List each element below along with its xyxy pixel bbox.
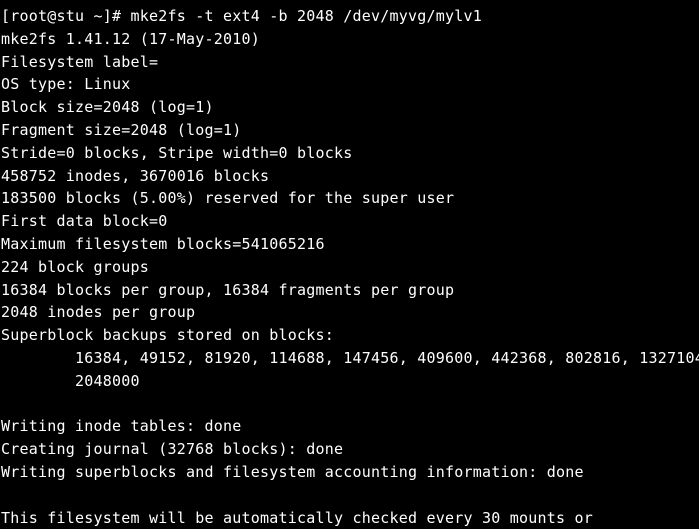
terminal-line: Creating journal (32768 blocks): done	[1, 440, 344, 459]
terminal-screen[interactable]: [root@stu ~]# mke2fs -t ext4 -b 2048 /de…	[0, 0, 699, 529]
terminal-line: 16384, 49152, 81920, 114688, 147456, 409…	[1, 348, 699, 367]
terminal-line: 2048000	[1, 371, 140, 390]
terminal-line: Superblock backups stored on blocks:	[1, 326, 335, 345]
terminal-line: Writing inode tables: done	[1, 417, 242, 436]
terminal-line: First data block=0	[1, 212, 168, 231]
terminal-line: 224 block groups	[1, 257, 150, 276]
terminal-line: Fragment size=2048 (log=1)	[1, 120, 242, 139]
terminal-line: OS type: Linux	[1, 75, 131, 94]
terminal-line: 2048 inodes per group	[1, 303, 196, 322]
terminal-line: Stride=0 blocks, Stripe width=0 blocks	[1, 143, 353, 162]
terminal-line: 458752 inodes, 3670016 blocks	[1, 166, 270, 185]
terminal-line: Block size=2048 (log=1)	[1, 98, 214, 117]
terminal-line: 16384 blocks per group, 16384 fragments …	[1, 280, 455, 299]
terminal-line: [root@stu ~]# mke2fs -t ext4 -b 2048 /de…	[1, 7, 483, 25]
terminal-line: Writing superblocks and filesystem accou…	[1, 462, 584, 481]
terminal-line: Maximum filesystem blocks=541065216	[1, 234, 325, 253]
terminal-line: Filesystem label=	[1, 52, 159, 71]
terminal-line: 183500 blocks (5.00%) reserved for the s…	[1, 189, 455, 208]
terminal-line: mke2fs 1.41.12 (17-May-2010)	[1, 29, 261, 48]
terminal-line: This filesystem will be automatically ch…	[1, 508, 594, 527]
